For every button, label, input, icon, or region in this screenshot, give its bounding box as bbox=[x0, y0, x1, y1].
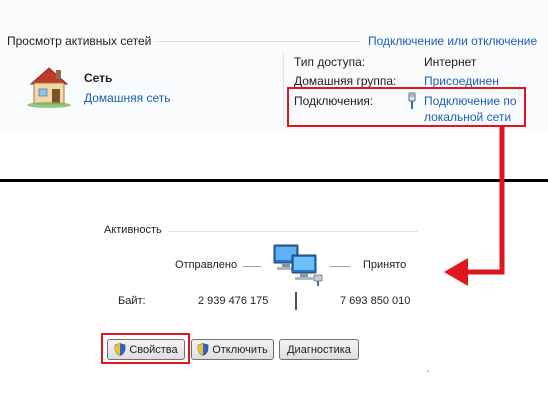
disable-button-label: Отключить bbox=[212, 343, 268, 356]
connections-highlight-box bbox=[287, 87, 526, 127]
activity-group-rule bbox=[168, 231, 418, 232]
bytes-sent-value: 2 939 476 175 bbox=[198, 295, 269, 307]
disable-button[interactable]: Отключить bbox=[191, 339, 274, 360]
house-icon[interactable] bbox=[22, 64, 76, 108]
uac-shield-icon bbox=[197, 343, 209, 356]
section-title: Просмотр активных сетей bbox=[7, 34, 152, 48]
homegroup-link[interactable]: Присоединен bbox=[424, 74, 499, 88]
section-title-rule bbox=[157, 41, 361, 42]
bytes-divider-tick bbox=[295, 292, 297, 310]
access-type-label: Тип доступа: bbox=[294, 55, 366, 69]
connect-disconnect-link[interactable]: Подключение или отключение bbox=[368, 34, 537, 48]
received-label: Принято bbox=[363, 259, 407, 271]
sent-label: Отправлено bbox=[175, 259, 238, 271]
received-line bbox=[330, 266, 350, 267]
diagnostics-button[interactable]: Диагностика bbox=[279, 339, 359, 360]
diagnostics-button-label: Диагностика bbox=[287, 343, 351, 356]
dialog-corner-mark bbox=[427, 370, 429, 372]
sent-line bbox=[243, 266, 261, 267]
active-networks-panel: Просмотр активных сетей Подключение или … bbox=[0, 0, 548, 130]
access-type-value: Интернет bbox=[424, 55, 477, 69]
bytes-received-value: 7 693 850 010 bbox=[340, 295, 411, 307]
activity-group-label: Активность bbox=[104, 224, 162, 236]
panel-separator bbox=[283, 52, 284, 126]
bytes-label: Байт: bbox=[118, 295, 146, 307]
red-arrow-annotation bbox=[444, 126, 505, 286]
homegroup-label: Домашняя группа: bbox=[294, 74, 397, 88]
network-name: Сеть bbox=[84, 71, 113, 85]
network-type-link[interactable]: Домашняя сеть bbox=[84, 91, 170, 105]
network-computers-icon bbox=[273, 244, 323, 286]
properties-highlight-box bbox=[101, 333, 190, 364]
